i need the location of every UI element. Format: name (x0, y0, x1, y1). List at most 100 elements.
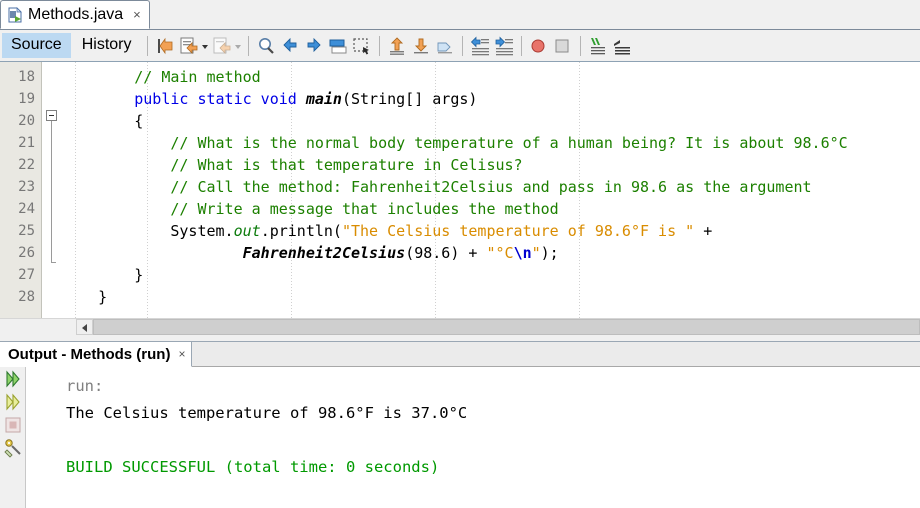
scroll-left-button[interactable] (76, 319, 93, 335)
line-number: 28 (18, 289, 35, 305)
rectangular-selection-icon[interactable] (351, 35, 373, 57)
toggle-highlight-icon[interactable] (327, 35, 349, 57)
code-line[interactable]: public static void main(String[] args) (62, 88, 920, 110)
editor-horizontal-scrollbar[interactable] (0, 318, 920, 335)
find-selection-icon[interactable] (255, 35, 277, 57)
comment-icon[interactable] (587, 35, 609, 57)
code-token: main (305, 90, 342, 108)
output-tab-label: Output - Methods (run) (8, 345, 171, 363)
close-icon[interactable]: × (178, 347, 185, 361)
file-tab-label: Methods.java (28, 5, 124, 23)
toggle-breakpoint-icon[interactable] (528, 35, 550, 57)
code-line[interactable]: // What is that temperature in Celisus? (62, 154, 920, 176)
code-token: (98.6) + (405, 244, 487, 262)
code-token: // Main method (134, 68, 261, 86)
uncomment-icon[interactable] (611, 35, 633, 57)
code-token: \n (513, 244, 532, 262)
next-bookmark-icon[interactable] (211, 35, 233, 57)
toggle-bookmark-icon[interactable] (178, 35, 200, 57)
code-line[interactable]: // Call the method: Fahrenheit2Celsius a… (62, 176, 920, 198)
code-token: System. (62, 222, 234, 240)
fold-toggle-icon[interactable] (46, 110, 57, 121)
code-line[interactable]: { (62, 110, 920, 132)
output-line: BUILD SUCCESSFUL (total time: 0 seconds) (66, 458, 440, 476)
line-number: 26 (18, 245, 35, 261)
code-line[interactable]: } (62, 286, 920, 308)
line-number: 20 (18, 113, 35, 129)
code-token: out (233, 222, 261, 240)
fold-range-line (51, 121, 56, 263)
code-token: "The Celsius temperature of 98.6°F is " (341, 222, 695, 240)
toggle-bookmark-tag-icon[interactable] (434, 35, 456, 57)
last-edit-icon[interactable] (154, 35, 176, 57)
line-number: 23 (18, 179, 35, 195)
line-number: 27 (18, 267, 35, 283)
output-tab-filler (192, 342, 920, 367)
code-line[interactable]: // Main method (62, 66, 920, 88)
next-occurrence-icon[interactable] (303, 35, 325, 57)
shift-line-right-icon[interactable] (493, 35, 515, 57)
next-bookmark-down-icon[interactable] (410, 35, 432, 57)
chevron-down-disabled-icon (234, 35, 243, 57)
close-icon[interactable]: × (131, 8, 143, 21)
netbeans-window: Methods.java × Source History 18 19 20 2… (0, 0, 920, 508)
scrollbar-corner (0, 319, 76, 335)
stop-icon[interactable] (552, 35, 574, 57)
tab-source[interactable]: Source (2, 33, 71, 58)
code-line[interactable]: } (62, 264, 920, 286)
code-token: .println( (260, 222, 342, 240)
java-file-icon (7, 6, 23, 23)
shift-line-left-icon[interactable] (469, 35, 491, 57)
code-token: ); (540, 244, 559, 262)
code-token: // Write a message that includes the met… (170, 200, 559, 218)
scrollbar-thumb[interactable] (93, 319, 920, 335)
output-toolbar (0, 367, 26, 508)
toolbar-separator (147, 35, 149, 56)
previous-bookmark-icon[interactable] (386, 35, 408, 57)
output-tab-methods-run[interactable]: Output - Methods (run) × (0, 342, 193, 367)
code-token: + (694, 222, 713, 240)
code-folding-column[interactable] (42, 62, 62, 318)
code-line[interactable]: // What is the normal body temperature o… (62, 132, 920, 154)
file-tab-strip: Methods.java × (0, 0, 920, 30)
line-number: 19 (18, 91, 35, 107)
code-editor[interactable]: 18 19 20 21 22 23 24 25 26 27 28 // Main method pu… (0, 62, 920, 318)
code-token: "°C (486, 244, 514, 262)
stop-icon[interactable] (3, 415, 23, 435)
code-line[interactable]: Fahrenheit2Celsius(98.6) + "°C\n"); (62, 242, 920, 264)
output-line: run: (66, 377, 104, 395)
toolbar-separator (248, 35, 250, 56)
output-tab-strip: Output - Methods (run) × (0, 341, 920, 367)
code-line[interactable]: System.out.println("The Celsius temperat… (62, 220, 920, 242)
code-token: public static void (134, 90, 306, 108)
output-text[interactable]: run: The Celsius temperature of 98.6°F is… (26, 367, 920, 508)
previous-occurrence-icon[interactable] (279, 35, 301, 57)
code-text-area[interactable]: // Main method public static void main(S… (62, 62, 920, 318)
toolbar-separator (379, 35, 381, 56)
line-number: 24 (18, 201, 35, 217)
settings-icon[interactable] (3, 438, 23, 458)
file-tab-methods-java[interactable]: Methods.java × (0, 0, 150, 29)
chevron-down-icon[interactable] (201, 35, 210, 57)
tab-history[interactable]: History (73, 33, 141, 58)
line-number: 18 (18, 69, 35, 85)
toolbar-separator (580, 35, 582, 56)
code-token: } (62, 266, 144, 284)
code-token: Fahrenheit2Celsius (242, 244, 406, 262)
rerun-alt-icon[interactable] (3, 392, 23, 412)
output-body: run: The Celsius temperature of 98.6°F is… (0, 367, 920, 508)
toolbar-separator (521, 35, 523, 56)
line-number: 21 (18, 135, 35, 151)
code-line[interactable]: // Write a message that includes the met… (62, 198, 920, 220)
code-token: (String[] args) (341, 90, 478, 108)
rerun-icon[interactable] (3, 369, 23, 389)
output-line: The Celsius temperature of 98.6°F is 37.… (66, 404, 468, 422)
